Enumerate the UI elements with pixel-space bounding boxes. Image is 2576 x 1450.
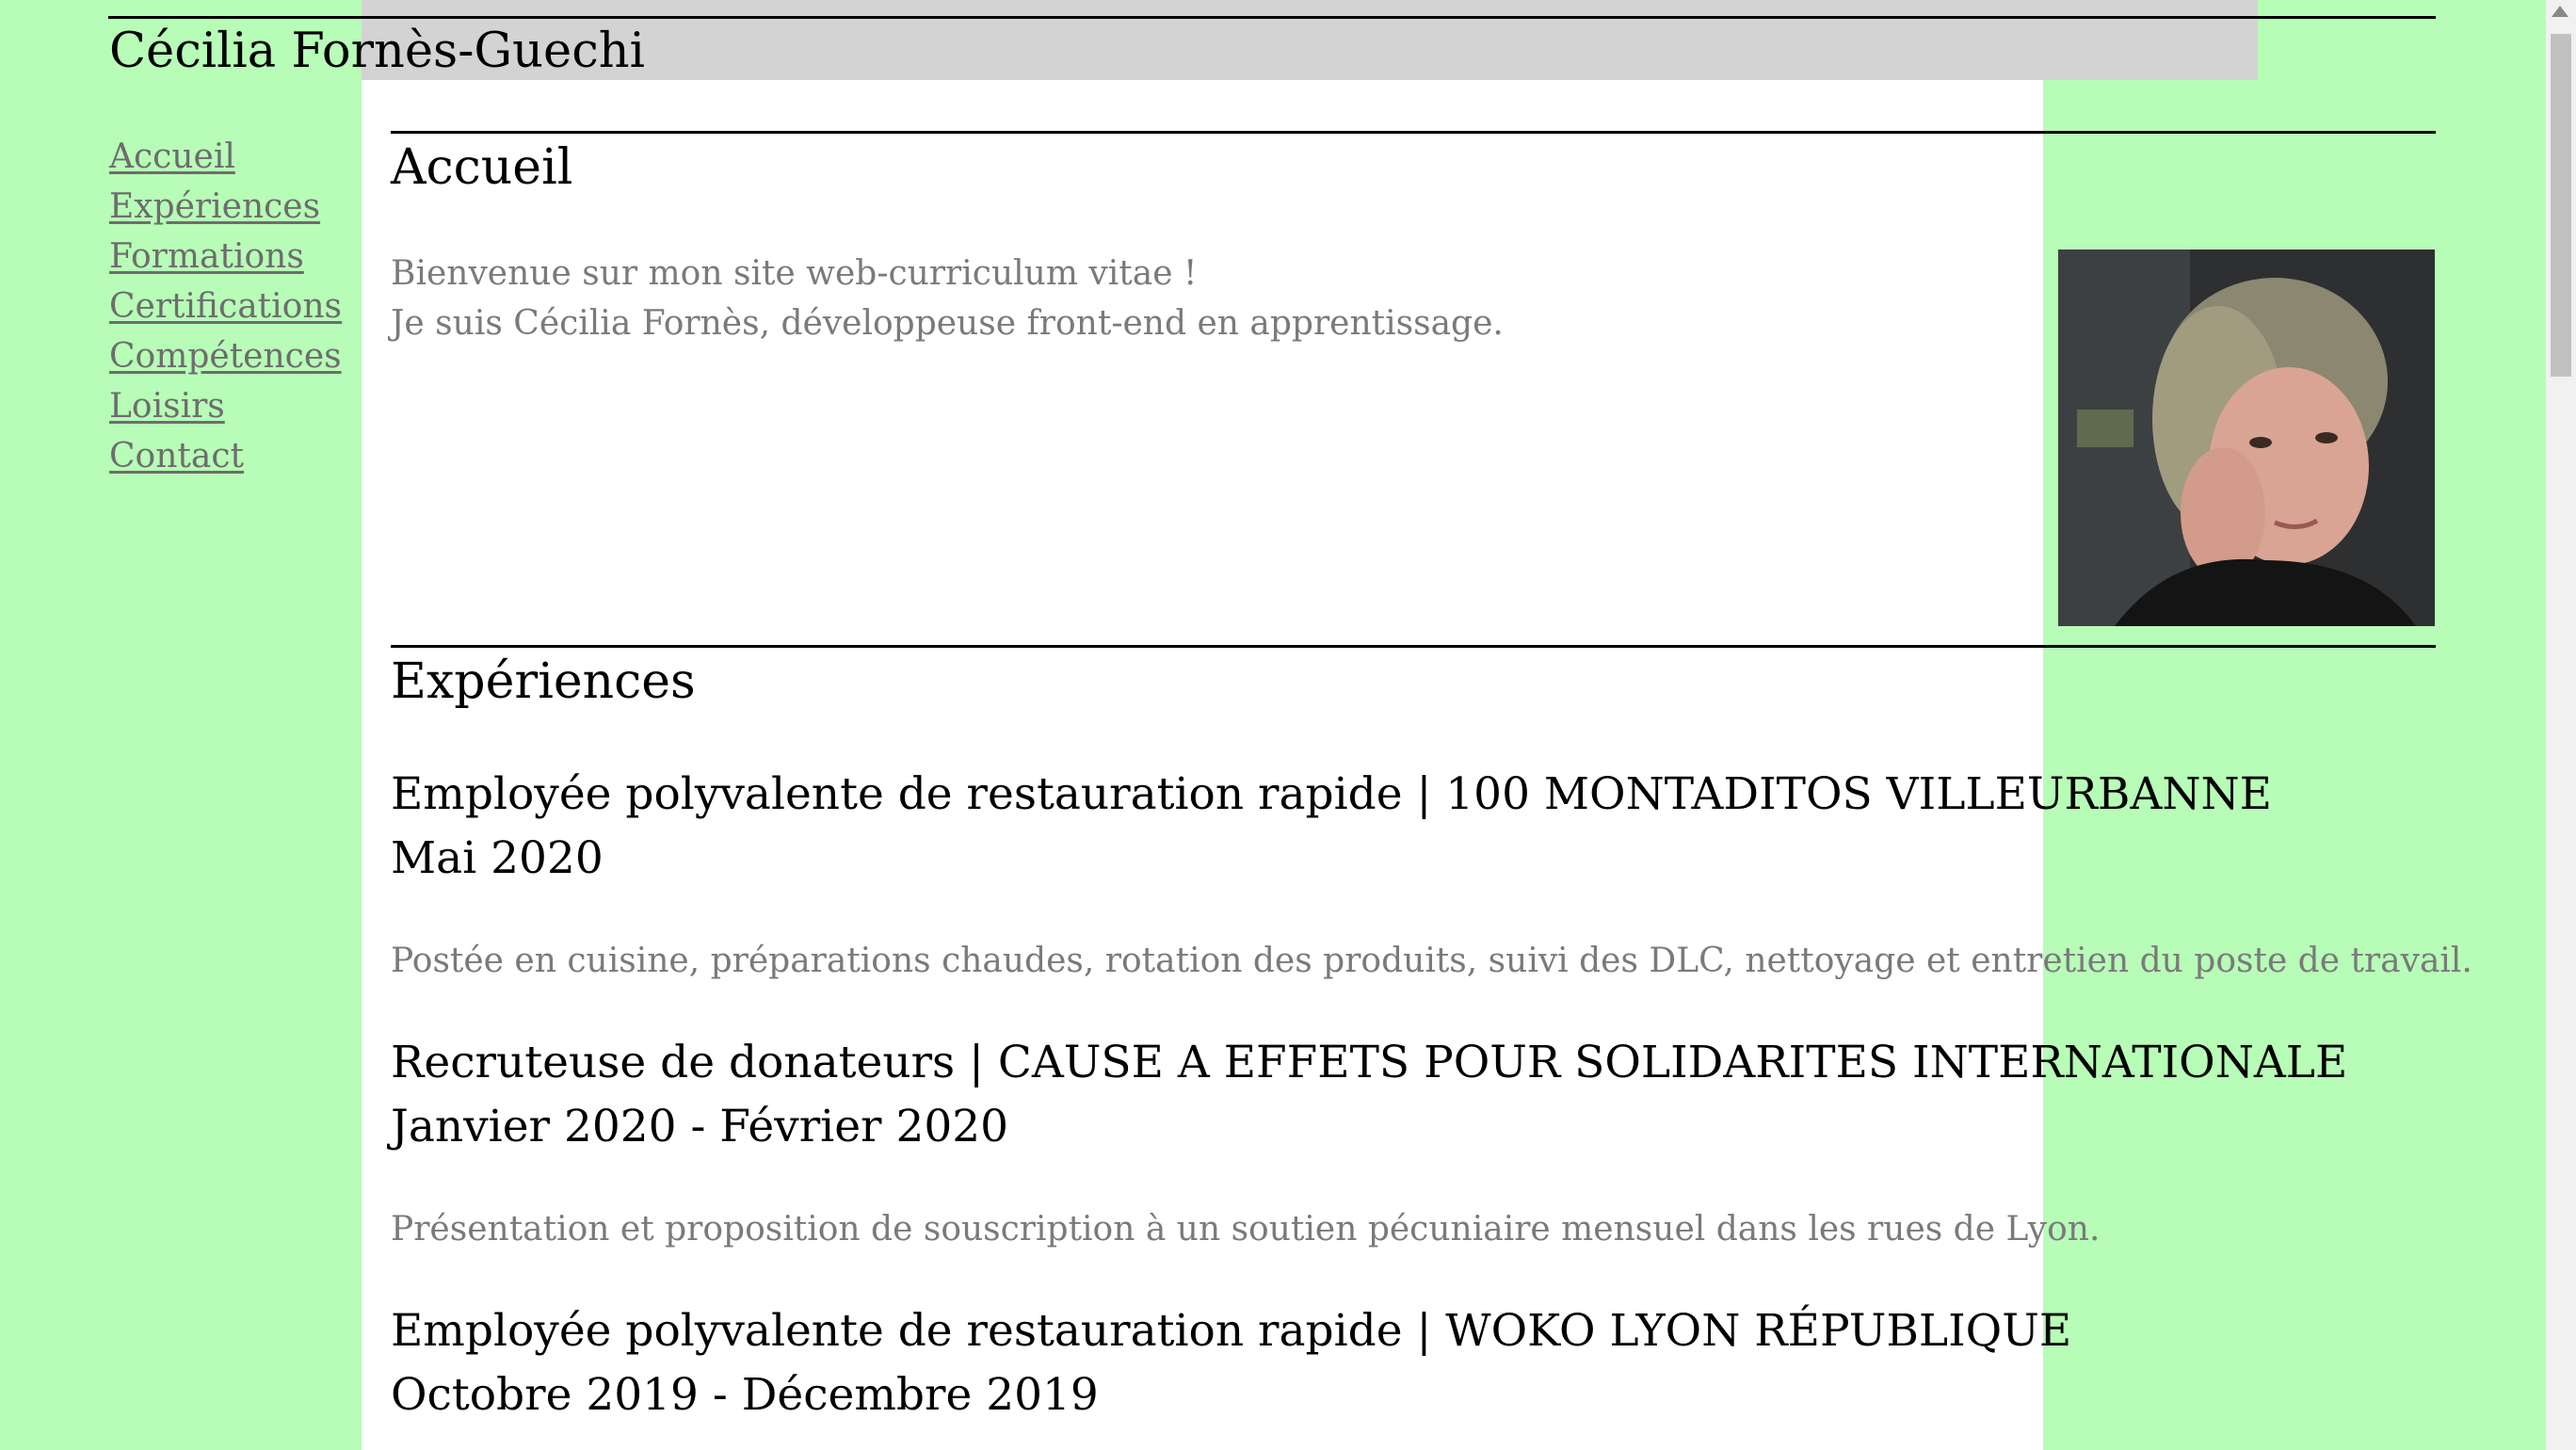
job-title: Recruteuse de donateurs | CAUSE A EFFETS… — [391, 1037, 2348, 1088]
nav-link-accueil[interactable]: Accueil — [109, 132, 342, 182]
nav-link-contact[interactable]: Contact — [109, 431, 342, 481]
nav-link-competences[interactable]: Compétences — [109, 331, 342, 381]
nav-link-experiences[interactable]: Expériences — [109, 182, 342, 232]
header-rule — [108, 16, 2436, 19]
accueil-heading: Accueil — [391, 139, 573, 196]
profile-photo-illustration — [2058, 250, 2435, 626]
job-dates: Mai 2020 — [391, 832, 604, 884]
job-title: Employée polyvalente de restauration rap… — [391, 768, 2272, 820]
job-dates: Janvier 2020 - Février 2020 — [391, 1101, 1009, 1152]
scrollbar-thumb[interactable] — [2551, 34, 2571, 377]
intro-line: Je suis Cécilia Fornès, développeuse fro… — [391, 304, 1504, 343]
accueil-rule — [391, 131, 2436, 134]
header-band — [362, 0, 2258, 80]
experiences-heading: Expériences — [391, 653, 696, 710]
nav-link-loisirs[interactable]: Loisirs — [109, 381, 342, 431]
right-margin-band — [2260, 0, 2546, 1450]
job-description: Présentation et proposition de souscript… — [391, 1210, 2101, 1249]
job-dates: Octobre 2019 - Décembre 2019 — [391, 1369, 1099, 1421]
profile-photo — [2058, 250, 2435, 626]
job-description: Postée en cuisine, préparations chaudes,… — [391, 942, 2472, 980]
welcome-line: Bienvenue sur mon site web-curriculum vi… — [391, 254, 1198, 293]
nav-link-certifications[interactable]: Certifications — [109, 282, 342, 331]
nav-link-formations[interactable]: Formations — [109, 232, 342, 282]
experiences-rule — [391, 645, 2436, 648]
sidebar-nav: Accueil Expériences Formations Certifica… — [109, 132, 342, 481]
site-title: Cécilia Fornès-Guechi — [109, 24, 645, 79]
job-title: Employée polyvalente de restauration rap… — [391, 1305, 2072, 1357]
scroll-up-arrow-icon[interactable] — [2552, 6, 2568, 17]
